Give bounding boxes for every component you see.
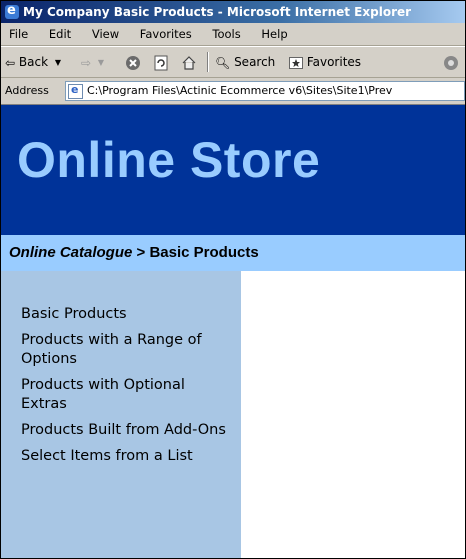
favorites-label: Favorites [306,55,362,69]
menu-favorites[interactable]: Favorites [140,27,192,41]
ie-logo-icon [5,1,19,22]
address-label: Address [5,84,49,97]
breadcrumb: Online Catalogue > Basic Products [1,235,465,271]
menu-view[interactable]: View [92,27,119,41]
back-arrow-icon: ⇦ [5,55,16,70]
sidebar-item-range-of-options[interactable]: Products with a Range of Options [21,331,231,369]
back-label: Back [18,55,49,69]
menu-bar: File Edit View Favorites Tools Help [1,23,465,46]
breadcrumb-separator: > [136,244,146,261]
refresh-button[interactable] [153,47,169,77]
home-icon [182,55,196,70]
search-button[interactable]: 🔍︎ Search [215,47,275,77]
stop-button[interactable] [125,47,141,77]
breadcrumb-current: Basic Products [149,244,259,261]
store-header: Online Store [1,105,465,235]
page-icon [68,82,83,99]
menu-edit[interactable]: Edit [49,27,71,41]
stop-icon [126,55,140,70]
store-title: Online Store [17,132,321,188]
sidebar-item-select-from-list[interactable]: Select Items from a List [21,447,231,466]
back-button[interactable]: ⇦ Back ▼ [5,47,61,77]
sidebar-item-built-from-add-ons[interactable]: Products Built from Add-Ons [21,421,231,440]
menu-help[interactable]: Help [261,27,287,41]
forward-arrow-icon: ⇨ [81,55,92,70]
toolbar-separator [207,52,209,72]
address-input[interactable]: C:\Program Files\Actinic Ecommerce v6\Si… [65,81,465,101]
search-icon: 🔍︎ [215,55,231,70]
window-title: My Company Basic Products - Microsoft In… [23,5,412,19]
breadcrumb-link-online-catalogue[interactable]: Online Catalogue [9,244,132,261]
back-dropdown-icon[interactable]: ▼ [55,48,61,78]
standard-toolbar: ⇦ Back ▼ ⇨ ▼ 🔍︎ Search Favorites [1,46,465,78]
sidebar-item-basic-products[interactable]: Basic Products [21,305,231,324]
search-label: Search [234,55,276,69]
home-button[interactable] [181,47,197,77]
forward-dropdown-icon[interactable]: ▼ [98,48,104,78]
page-content: Online Store Online Catalogue > Basic Pr… [1,105,465,558]
media-button[interactable] [443,47,459,77]
media-icon [444,55,458,70]
forward-button[interactable]: ⇨ ▼ [81,47,104,77]
menu-tools[interactable]: Tools [212,27,240,41]
refresh-icon [154,55,168,70]
favorites-star-icon [289,56,303,69]
address-value: C:\Program Files\Actinic Ecommerce v6\Si… [87,84,393,97]
sidebar-nav: Basic Products Products with a Range of … [1,271,241,558]
address-bar: Address C:\Program Files\Actinic Ecommer… [1,78,465,105]
browser-window: My Company Basic Products - Microsoft In… [0,0,466,559]
sidebar-item-optional-extras[interactable]: Products with Optional Extras [21,376,231,414]
menu-file[interactable]: File [9,27,28,41]
title-bar[interactable]: My Company Basic Products - Microsoft In… [1,1,465,23]
favorites-button[interactable]: Favorites [289,47,361,77]
